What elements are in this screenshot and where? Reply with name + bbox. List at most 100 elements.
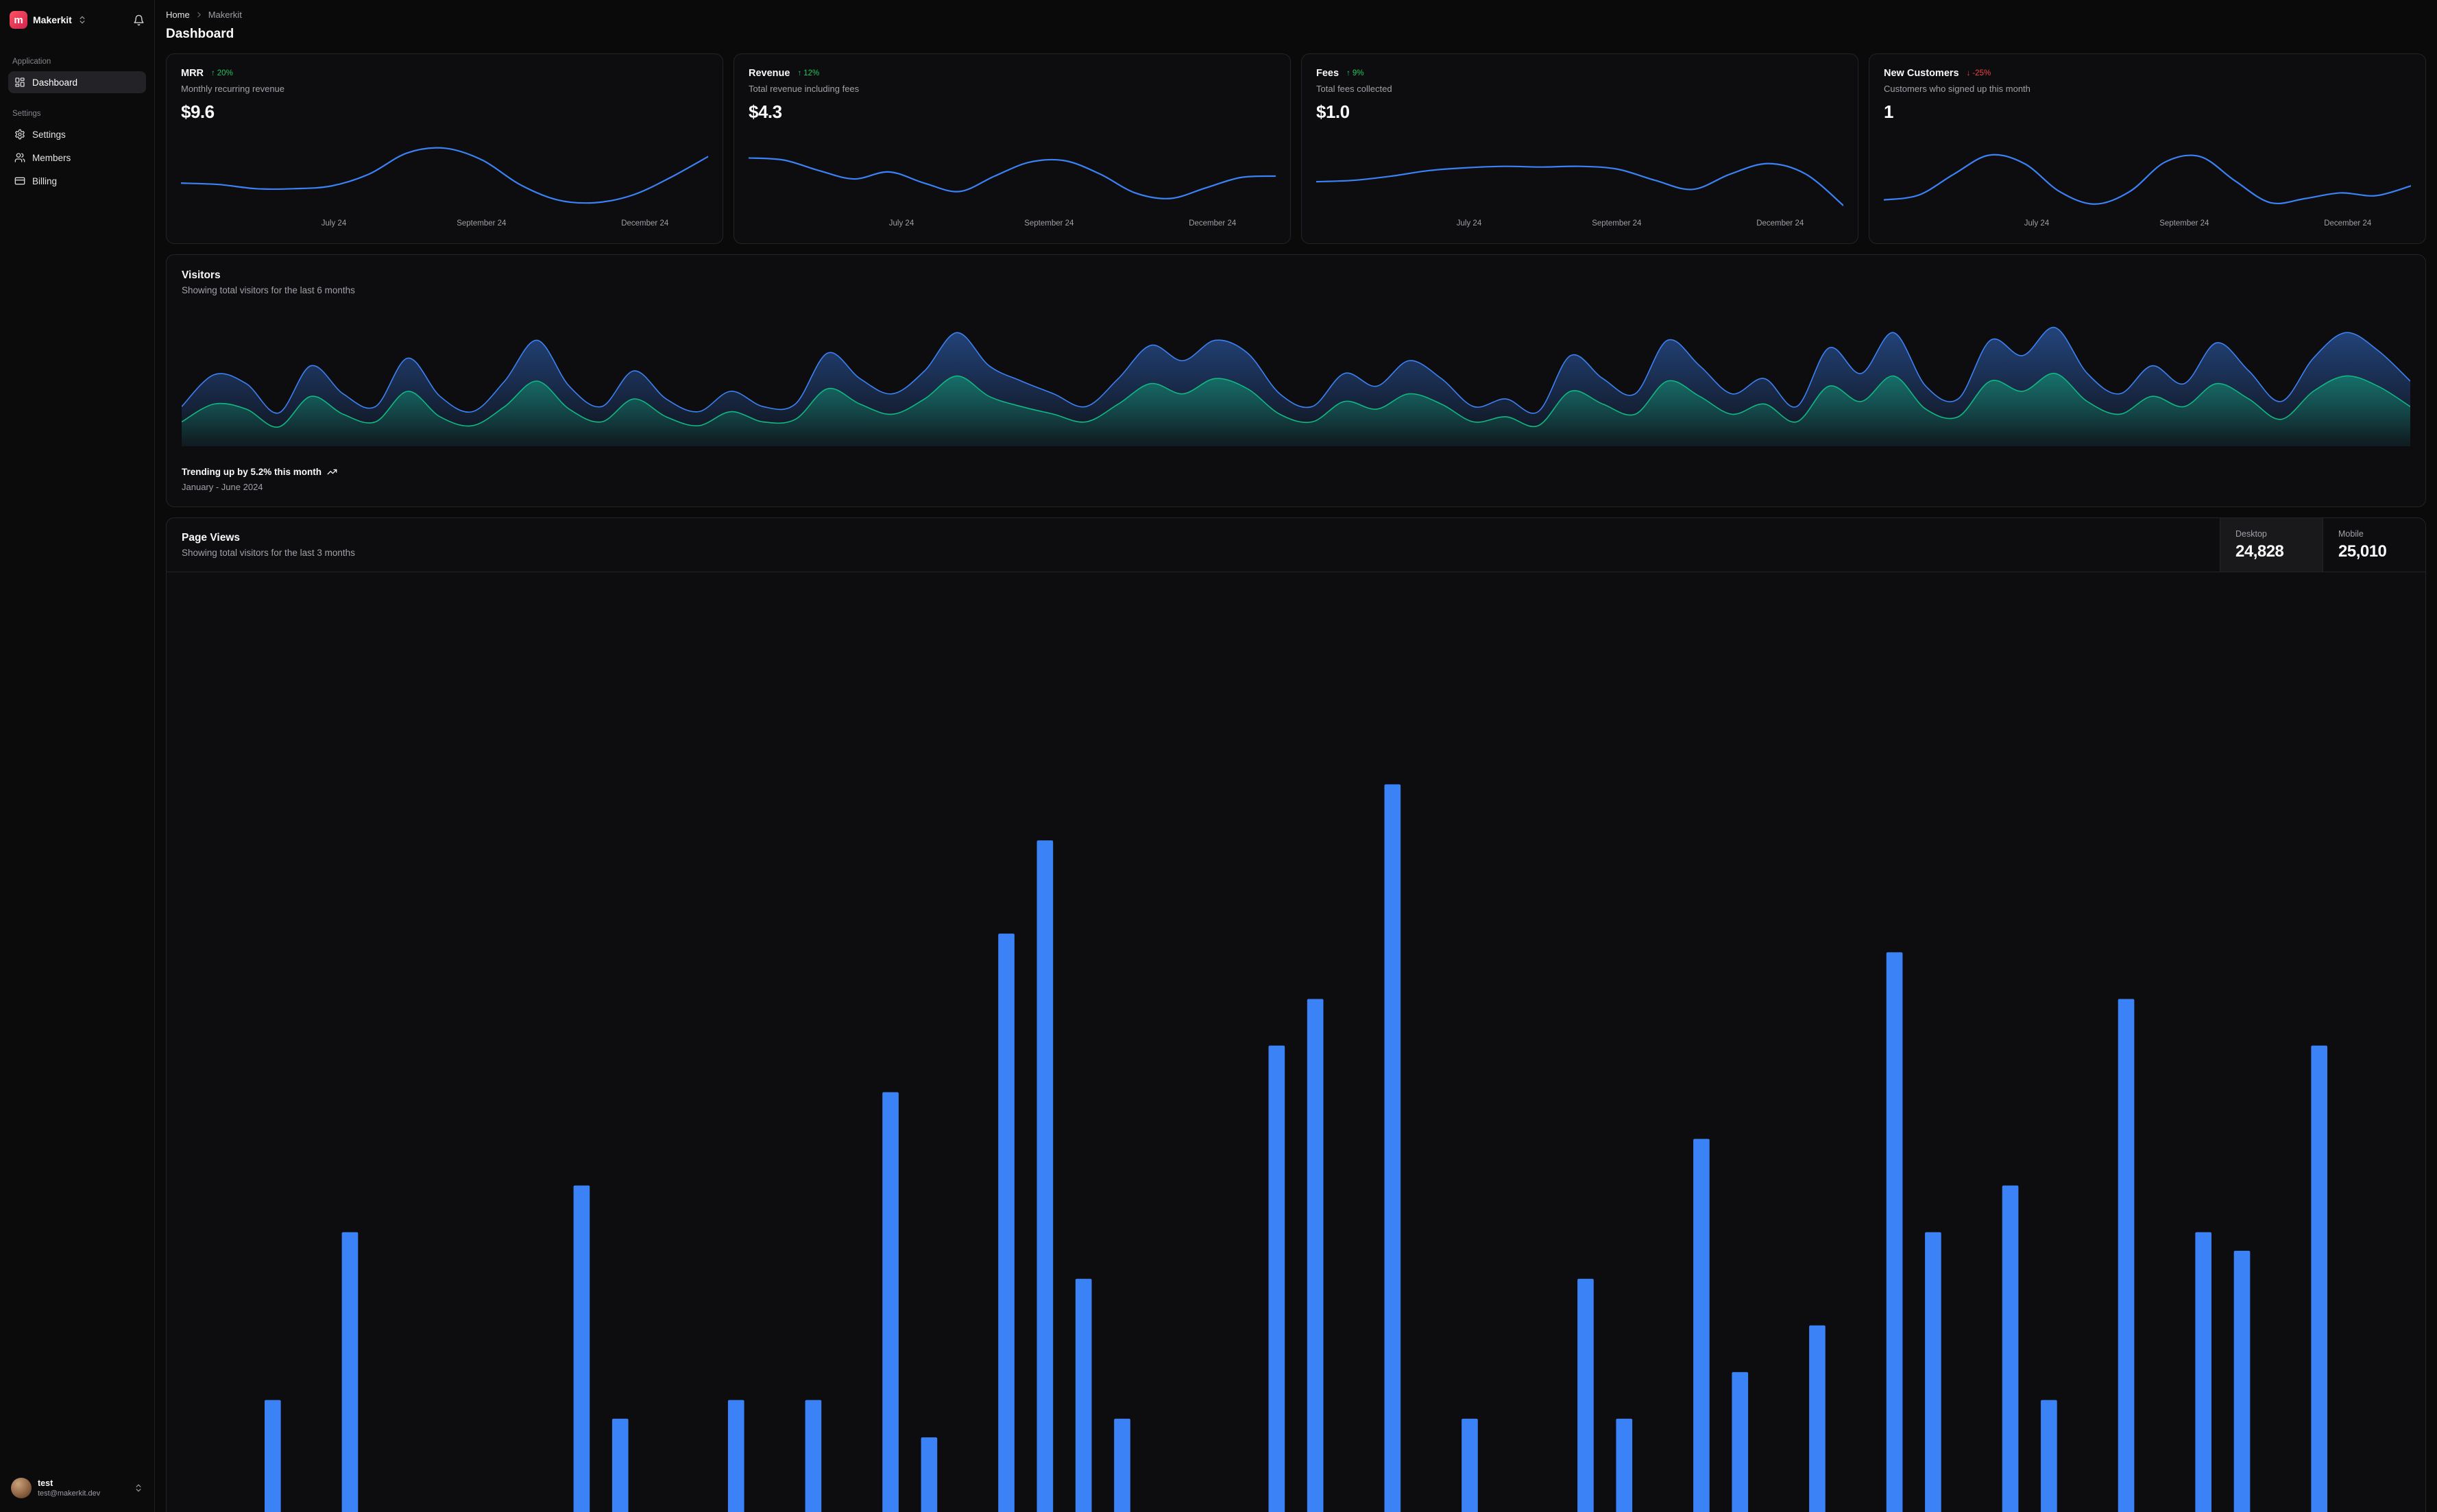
stat-card-revenue: Revenue ↑ 12% Total revenue including fe… bbox=[733, 53, 1291, 244]
trend-delta: -25% bbox=[1972, 69, 1991, 77]
sidebar-item-members[interactable]: Members bbox=[8, 147, 146, 169]
toggle-desktop-label: Desktop bbox=[2235, 528, 2267, 539]
chevrons-up-down-icon bbox=[136, 1484, 141, 1492]
axis-tick: September 24 bbox=[457, 219, 507, 228]
axis-tick: December 24 bbox=[2324, 219, 2372, 228]
sidebar-item-billing[interactable]: Billing bbox=[8, 170, 146, 192]
sidebar-item-label: Settings bbox=[32, 129, 66, 140]
axis-tick: September 24 bbox=[2159, 219, 2209, 228]
stat-description: Total revenue including fees bbox=[749, 84, 860, 94]
stat-title: MRR bbox=[181, 68, 204, 79]
page-views-titles: Page Views Showing total visitors for th… bbox=[167, 518, 2220, 572]
nav-section-label-application: Application bbox=[12, 58, 51, 66]
stat-description: Customers who signed up this month bbox=[1884, 84, 2030, 94]
axis-tick: July 24 bbox=[1456, 219, 1482, 228]
visitors-trend-row: Trending up by 5.2% this month bbox=[182, 467, 2410, 477]
chevron-right-icon bbox=[197, 12, 201, 18]
sidebar: m Makerkit Application Dashboard Setting… bbox=[0, 0, 155, 1512]
toggle-mobile[interactable]: Mobile 25,010 bbox=[2323, 518, 2425, 572]
stats-grid: MRR ↑ 20% Monthly recurring revenue $9.6… bbox=[166, 53, 2426, 244]
trend-badge: ↓ -25% bbox=[1967, 69, 1991, 77]
axis-tick: December 24 bbox=[621, 219, 669, 228]
spark-axis: July 24 September 24 December 24 bbox=[181, 219, 708, 230]
axis-tick: July 24 bbox=[888, 219, 914, 228]
spark-axis: July 24 September 24 December 24 bbox=[749, 219, 1276, 230]
dashboard-icon bbox=[15, 77, 25, 87]
axis-tick: December 24 bbox=[1756, 219, 1804, 228]
trending-up-icon bbox=[327, 469, 337, 475]
trend-delta: 12% bbox=[803, 69, 820, 77]
main-content: Home Makerkit Dashboard MRR ↑ 20% Monthl… bbox=[155, 0, 2437, 1512]
breadcrumb-current: Makerkit bbox=[208, 10, 242, 20]
users-icon bbox=[14, 153, 25, 162]
stat-title: Revenue bbox=[749, 68, 790, 79]
stat-value: $9.6 bbox=[181, 101, 215, 122]
brand-logo: m bbox=[10, 11, 27, 29]
toggle-mobile-label: Mobile bbox=[2338, 528, 2364, 539]
trend-down-icon: ↓ bbox=[1966, 69, 1971, 77]
stat-value: $4.3 bbox=[749, 101, 782, 122]
axis-tick: July 24 bbox=[321, 219, 347, 228]
fees-sparkline-chart bbox=[1316, 141, 1843, 215]
trend-badge: ↑ 20% bbox=[211, 69, 233, 77]
stat-value: $1.0 bbox=[1316, 101, 1350, 122]
user-menu[interactable]: test test@makerkit.dev bbox=[8, 1474, 146, 1502]
visitors-title: Visitors bbox=[182, 269, 221, 281]
breadcrumb: Home Makerkit bbox=[166, 10, 2426, 20]
visitors-trend-text: Trending up by 5.2% this month bbox=[182, 467, 322, 477]
axis-tick: September 24 bbox=[1024, 219, 1074, 228]
visitors-area-chart bbox=[182, 313, 2410, 446]
nav-section-label-settings: Settings bbox=[12, 110, 41, 118]
page-views-bar-chart bbox=[176, 579, 2416, 1512]
visitors-card: Visitors Showing total visitors for the … bbox=[166, 254, 2426, 507]
credit-card-icon bbox=[14, 177, 25, 185]
user-meta: test test@makerkit.dev bbox=[38, 1478, 100, 1498]
mrr-sparkline-chart bbox=[181, 141, 708, 215]
page-views-title: Page Views bbox=[182, 532, 241, 544]
trend-up-icon: ↑ bbox=[797, 69, 802, 77]
revenue-sparkline-chart bbox=[749, 141, 1276, 215]
page-views-header: Page Views Showing total visitors for th… bbox=[167, 518, 2425, 572]
axis-tick: December 24 bbox=[1189, 219, 1237, 228]
notifications-button[interactable] bbox=[133, 14, 145, 26]
sidebar-item-settings[interactable]: Settings bbox=[8, 123, 146, 145]
breadcrumb-home[interactable]: Home bbox=[166, 10, 190, 20]
new-customers-sparkline-chart bbox=[1884, 141, 2411, 215]
sidebar-item-label: Members bbox=[32, 152, 71, 163]
page-views-subtitle: Showing total visitors for the last 3 mo… bbox=[182, 548, 355, 558]
bell-icon bbox=[134, 14, 144, 25]
toggle-mobile-value: 25,010 bbox=[2338, 541, 2387, 561]
avatar bbox=[11, 1478, 32, 1498]
chevrons-up-down-icon bbox=[80, 16, 85, 24]
axis-tick: September 24 bbox=[1592, 219, 1642, 228]
spark-axis: July 24 September 24 December 24 bbox=[1316, 219, 1843, 230]
page-views-card: Page Views Showing total visitors for th… bbox=[166, 517, 2426, 1512]
spark-axis: July 24 September 24 December 24 bbox=[1884, 219, 2411, 230]
app-root: m Makerkit Application Dashboard Setting… bbox=[0, 0, 2437, 1512]
visitors-period: January - June 2024 bbox=[182, 482, 263, 492]
stat-card-mrr: MRR ↑ 20% Monthly recurring revenue $9.6… bbox=[166, 53, 723, 244]
trend-delta: 9% bbox=[1352, 69, 1364, 77]
stat-description: Total fees collected bbox=[1316, 84, 1392, 94]
stat-card-fees: Fees ↑ 9% Total fees collected $1.0 July… bbox=[1301, 53, 1858, 244]
sidebar-item-dashboard[interactable]: Dashboard bbox=[8, 71, 146, 93]
axis-tick: July 24 bbox=[2024, 219, 2050, 228]
trend-up-icon: ↑ bbox=[211, 69, 215, 77]
user-name: test bbox=[38, 1478, 53, 1488]
brand-name: Makerkit bbox=[33, 14, 72, 25]
stat-card-new-customers: New Customers ↓ -25% Customers who signe… bbox=[1869, 53, 2426, 244]
toggle-desktop[interactable]: Desktop 24,828 bbox=[2220, 518, 2323, 572]
user-email: test@makerkit.dev bbox=[38, 1489, 101, 1498]
trend-delta: 20% bbox=[217, 69, 233, 77]
stat-title: Fees bbox=[1316, 68, 1339, 79]
trend-up-icon: ↑ bbox=[1346, 69, 1350, 77]
trend-badge: ↑ 9% bbox=[1346, 69, 1363, 77]
trend-badge: ↑ 12% bbox=[797, 69, 819, 77]
sidebar-item-label: Dashboard bbox=[32, 77, 78, 88]
gear-icon bbox=[15, 129, 25, 140]
page-title: Dashboard bbox=[166, 27, 234, 41]
workspace-selector[interactable]: m Makerkit bbox=[8, 8, 146, 32]
visitors-subtitle: Showing total visitors for the last 6 mo… bbox=[182, 285, 355, 295]
stat-value: 1 bbox=[1884, 101, 1893, 122]
stat-description: Monthly recurring revenue bbox=[181, 84, 285, 94]
